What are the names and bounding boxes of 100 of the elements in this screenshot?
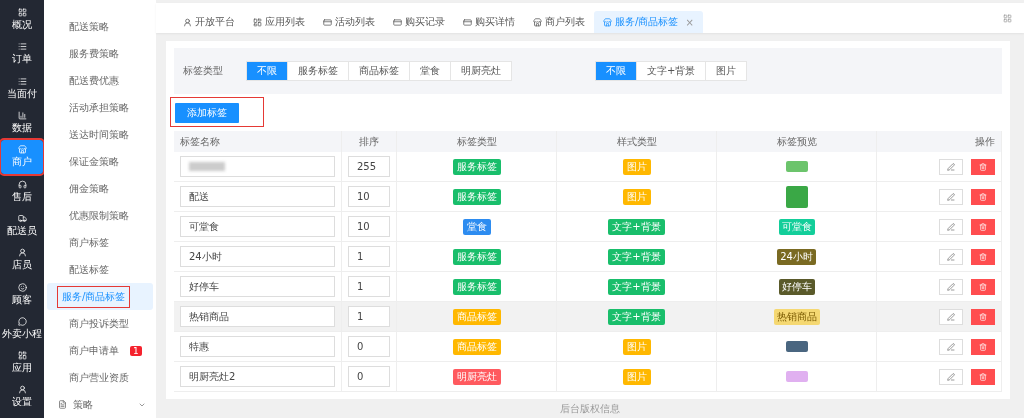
nav-rail-item[interactable]: 售后 bbox=[1, 174, 43, 209]
edit-button[interactable] bbox=[939, 308, 963, 325]
edit-button[interactable] bbox=[939, 188, 963, 205]
edit-button[interactable] bbox=[939, 368, 963, 385]
submenu-item[interactable]: 商户申请单 1 bbox=[44, 337, 156, 365]
submenu-item[interactable]: 活动承担策略 bbox=[44, 94, 156, 122]
filter-option[interactable]: 明厨亮灶 bbox=[450, 61, 512, 81]
style-tag: 图片 bbox=[622, 158, 651, 175]
submenu-group[interactable]: 策略 bbox=[44, 391, 156, 418]
filter-option[interactable]: 服务标签 bbox=[287, 61, 349, 81]
card-icon bbox=[463, 17, 472, 27]
nav-rail-item[interactable]: 当面付 bbox=[1, 71, 43, 106]
list-icon bbox=[17, 76, 27, 86]
page-tab[interactable]: 活动列表 bbox=[314, 11, 384, 33]
name-input[interactable]: 可堂食 bbox=[180, 216, 335, 237]
person-icon bbox=[17, 248, 27, 258]
column-header: 排序 bbox=[342, 131, 397, 152]
delete-button[interactable] bbox=[971, 308, 995, 325]
nav-rail-item[interactable]: 订单 bbox=[1, 37, 43, 72]
pen-icon bbox=[947, 372, 955, 381]
trash-icon bbox=[979, 222, 987, 231]
submenu-item[interactable]: 商户标签 bbox=[44, 229, 156, 257]
edit-button[interactable] bbox=[939, 158, 963, 175]
delete-button[interactable] bbox=[971, 278, 995, 295]
sort-input[interactable]: 255 bbox=[348, 156, 390, 177]
pen-icon bbox=[947, 252, 955, 261]
nav-rail-item[interactable]: 外卖小程 bbox=[1, 311, 43, 346]
edit-button[interactable] bbox=[939, 338, 963, 355]
page-tab[interactable]: 开放平台 bbox=[174, 11, 244, 33]
submenu-item[interactable]: 服务费策略 bbox=[44, 40, 156, 68]
submenu-item[interactable]: 商户营业资质 bbox=[44, 364, 156, 392]
headphones-icon bbox=[17, 179, 27, 189]
blurred-text bbox=[189, 162, 225, 171]
submenu-item[interactable]: 商户投诉类型 bbox=[44, 310, 156, 338]
submenu-item[interactable]: 配送费优惠 bbox=[44, 67, 156, 95]
pen-icon bbox=[947, 282, 955, 291]
filter-option[interactable]: 商品标签 bbox=[348, 61, 410, 81]
name-input[interactable]: 特惠 bbox=[180, 336, 335, 357]
sort-input[interactable]: 0 bbox=[348, 336, 390, 357]
style-tag: 文字+背景 bbox=[608, 248, 665, 265]
filter-option[interactable]: 图片 bbox=[705, 61, 748, 81]
nav-rail-item[interactable]: 设置 bbox=[1, 380, 43, 415]
delete-button[interactable] bbox=[971, 248, 995, 265]
submenu-item[interactable]: 配送标签 bbox=[44, 256, 156, 284]
nav-rail-item[interactable]: 概况 bbox=[1, 3, 43, 38]
type-tag: 商品标签 bbox=[452, 308, 501, 325]
card-icon bbox=[393, 17, 402, 27]
sort-input[interactable]: 1 bbox=[348, 276, 390, 297]
nav-rail-item[interactable]: 应用 bbox=[1, 345, 43, 381]
name-input[interactable]: 配送 bbox=[180, 186, 335, 207]
page-tab[interactable]: 购买记录 bbox=[384, 11, 454, 33]
tag-preview: 可堂食 bbox=[778, 218, 815, 235]
nav-rail-item[interactable]: 店员 bbox=[1, 243, 43, 278]
page-tab[interactable]: 应用列表 bbox=[244, 11, 314, 33]
filter-option[interactable]: 堂食 bbox=[409, 61, 451, 81]
chat-bubble-icon bbox=[17, 316, 27, 326]
trash-icon bbox=[979, 252, 987, 261]
delete-button[interactable] bbox=[971, 368, 995, 385]
column-header: 操作 bbox=[877, 131, 1002, 152]
type-tag: 服务标签 bbox=[452, 188, 501, 205]
storefront-icon bbox=[17, 145, 27, 155]
name-input[interactable]: 24小时 bbox=[180, 246, 335, 267]
submenu-item[interactable]: 优惠限制策略 bbox=[44, 202, 156, 230]
sort-input[interactable]: 10 bbox=[348, 186, 390, 207]
delete-button[interactable] bbox=[971, 338, 995, 355]
sort-input[interactable]: 0 bbox=[348, 366, 390, 387]
grid-icon[interactable] bbox=[1003, 13, 1012, 23]
page-tab[interactable]: 商户列表 bbox=[524, 11, 594, 33]
delete-button[interactable] bbox=[971, 188, 995, 205]
page-tab[interactable]: 购买详情 bbox=[454, 11, 524, 33]
trash-icon bbox=[979, 312, 987, 321]
trash-icon bbox=[979, 372, 987, 381]
submenu-item[interactable]: 配送策略 bbox=[44, 14, 156, 41]
type-tag: 服务标签 bbox=[452, 278, 501, 295]
style-tag: 图片 bbox=[622, 338, 651, 355]
delete-button[interactable] bbox=[971, 218, 995, 235]
name-input[interactable]: 明厨亮灶2 bbox=[180, 366, 335, 387]
nav-rail-item[interactable]: 配送员 bbox=[1, 208, 43, 244]
filter-option[interactable]: 文字+背景 bbox=[636, 61, 707, 81]
name-input[interactable]: 好停车 bbox=[180, 276, 335, 297]
submenu-item[interactable]: 保证金策略 bbox=[44, 148, 156, 176]
submenu-item[interactable]: 佣金策略 bbox=[44, 175, 156, 203]
edit-button[interactable] bbox=[939, 218, 963, 235]
truck-icon bbox=[17, 213, 27, 223]
edit-button[interactable] bbox=[939, 278, 963, 295]
edit-button[interactable] bbox=[939, 248, 963, 265]
nav-rail-item[interactable]: 顾客 bbox=[1, 277, 43, 312]
sort-input[interactable]: 10 bbox=[348, 216, 390, 237]
footer-text: 后台版权信息 bbox=[559, 402, 621, 416]
nav-rail-item[interactable]: 数据 bbox=[1, 105, 43, 141]
card-icon bbox=[323, 17, 332, 27]
apps-icon bbox=[17, 351, 27, 361]
name-input[interactable] bbox=[180, 156, 335, 177]
name-input[interactable]: 热销商品 bbox=[180, 306, 335, 327]
apps-icon bbox=[253, 17, 262, 27]
style-tag: 文字+背景 bbox=[608, 218, 665, 235]
delete-button[interactable] bbox=[971, 158, 995, 175]
submenu-item[interactable]: 送达时间策略 bbox=[44, 121, 156, 149]
sort-input[interactable]: 1 bbox=[348, 246, 390, 267]
sort-input[interactable]: 1 bbox=[348, 306, 390, 327]
